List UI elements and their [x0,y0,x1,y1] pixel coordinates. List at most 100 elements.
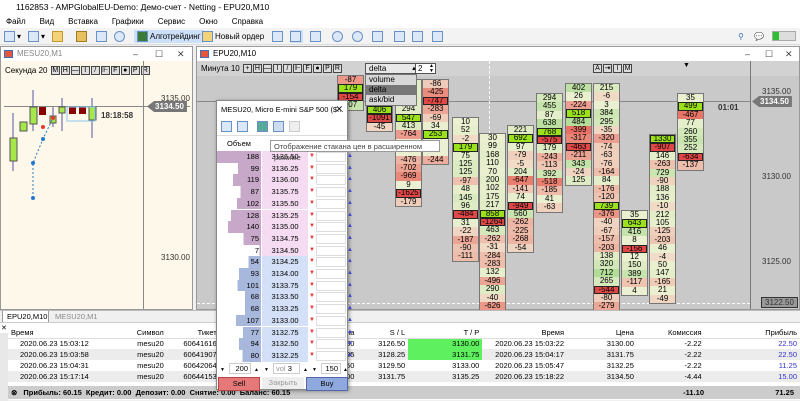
maximize-button[interactable]: ☐ [155,47,163,61]
bid-row[interactable]: 77 3132.75 ▼ ▲ [217,326,353,339]
new-order-button[interactable]: Новый ордер [202,30,264,43]
order-input[interactable] [316,339,346,350]
column-header[interactable]: Время [482,327,567,338]
column-header[interactable]: S / L [357,327,408,338]
buy-limit-icon[interactable]: ▲ [347,245,355,257]
order-input[interactable] [316,245,346,256]
mode-option-askbid[interactable]: ask/bid [366,95,416,105]
ask-row[interactable]: 119 3136.00 ▼ ▲ [217,174,353,187]
chart-tool-button[interactable]: ⊩ [292,64,302,74]
maximize-button[interactable]: ☐ [765,47,773,61]
buy-limit-icon[interactable]: ▲ [347,280,355,292]
position-row[interactable]: 2020.06.23 15:03:58mesu20606419073130.25… [8,349,800,360]
mode-select[interactable]: delta▲ [365,63,421,74]
bid-row[interactable]: 68 3133.25 ▼ ▲ [217,303,353,315]
buy-limit-icon[interactable]: ▲ [347,198,355,210]
sell-limit-icon[interactable]: ▼ [308,198,316,210]
zoom-out-button[interactable] [352,30,365,43]
close-button[interactable]: ✕ [785,47,793,61]
sell-limit-icon[interactable]: ▼ [308,186,316,198]
buy-limit-icon[interactable]: ▲ [347,338,355,350]
mode-option-volume[interactable]: volume [366,75,416,85]
tile-button[interactable] [372,30,385,43]
market-button[interactable] [76,30,89,43]
close-button[interactable]: ✕ [335,101,343,118]
chart-shift-button[interactable] [412,30,425,43]
minimize-button[interactable]: – [133,47,138,61]
buy-limit-icon[interactable]: ▲ [347,151,355,163]
order-input[interactable] [316,233,346,244]
chart-tool-button[interactable]: A [593,64,602,74]
buy-limit-icon[interactable]: ▲ [347,315,355,327]
buy-limit-icon[interactable]: ▲ [347,186,355,198]
buy-qty-decrease[interactable]: ▼ [312,367,317,373]
navigator-button[interactable] [52,30,65,43]
menu-charts[interactable]: Графики [112,17,144,26]
order-input[interactable] [316,175,346,186]
bid-row[interactable]: 54 3134.25 ▼ ▲ [217,256,353,268]
column-header[interactable]: Прибыль [705,327,800,338]
menu-help[interactable]: Справка [232,17,263,26]
bid-row[interactable]: 68 3133.50 ▼ ▲ [217,291,353,304]
vps-button[interactable] [114,30,127,43]
vol-increase[interactable]: ▲ [303,367,308,373]
bid-row[interactable]: 94 3132.50 ▼ ▲ [217,338,353,350]
sell-limit-icon[interactable]: ▼ [308,280,316,292]
column-header[interactable]: Тикет [167,327,220,338]
column-header[interactable]: Время [8,327,103,338]
signals-button[interactable] [96,30,109,43]
profiles-button[interactable]: ▾ [28,30,45,43]
sell-limit-icon[interactable]: ▼ [308,268,316,280]
order-input[interactable] [316,163,346,174]
sell-limit-icon[interactable]: ▼ [308,221,316,233]
buy-limit-icon[interactable]: ▲ [347,327,355,339]
order-input[interactable] [316,210,346,221]
sell-limit-icon[interactable]: ▼ [308,163,316,175]
column-header[interactable]: Символ [103,327,167,338]
sell-limit-icon[interactable]: ▼ [308,151,316,163]
expand-icon[interactable]: ⊗ [11,388,17,397]
chart-icon[interactable] [221,121,232,132]
minimize-button[interactable]: – [745,47,750,61]
bid-row[interactable]: 107 3133.00 ▼ ▲ [217,314,353,327]
order-input[interactable] [316,280,346,291]
settings-icon[interactable] [237,121,248,132]
ask-row[interactable]: 140 3135.00 ▼ ▲ [217,221,353,233]
bar-chart-button[interactable] [272,30,285,43]
chart-tool-button[interactable]: R [332,64,342,74]
close-button[interactable]: ✕ [177,47,185,61]
position-row[interactable]: 2020.06.23 15:17:14mesu20606441533134.00… [8,371,800,382]
chart-tool-button[interactable]: ● [312,64,322,74]
sell-limit-icon[interactable]: ▼ [308,327,316,339]
sell-limit-icon[interactable]: ▼ [308,291,316,303]
order-input[interactable] [316,257,346,268]
chart-tool-button[interactable]: + [242,64,252,74]
position-row[interactable]: 2020.06.23 15:04:31mesu20606420643131.50… [8,360,800,371]
menu-view[interactable]: Вид [40,17,54,26]
order-input[interactable] [316,327,346,338]
close-toolbox-icon[interactable]: ✕ [1,324,7,332]
ask-row[interactable]: 102 3135.50 ▼ ▲ [217,197,353,210]
zoom-in-button[interactable] [332,30,345,43]
chart-tool-button[interactable]: I [613,64,622,74]
chart-tool-button[interactable]: ⇥ [603,64,612,74]
sell-limit-icon[interactable]: ▼ [308,350,316,362]
trade-icon[interactable] [257,121,268,132]
buy-limit-icon[interactable]: ▲ [347,268,355,280]
order-input[interactable] [316,222,346,233]
sell-limit-icon[interactable]: ▼ [308,338,316,350]
sell-qty-decrease[interactable]: ▼ [220,367,225,373]
menu-window[interactable]: Окно [199,17,218,26]
candles-button[interactable] [290,30,303,43]
sell-button[interactable]: Sell [218,377,260,391]
buy-limit-icon[interactable]: ▲ [347,256,355,268]
chart-tool-button[interactable]: M [623,64,632,74]
ask-row[interactable]: 87 3135.75 ▼ ▲ [217,186,353,198]
sell-qty-input[interactable]: 200 [229,363,251,374]
extended-mode-icon[interactable] [273,121,284,132]
chart-tool-button[interactable]: I [272,64,282,74]
buy-limit-icon[interactable]: ▲ [347,291,355,303]
buy-limit-icon[interactable]: ▲ [347,303,355,315]
mode-option-delta[interactable]: delta [366,85,416,95]
order-input[interactable] [316,315,346,326]
